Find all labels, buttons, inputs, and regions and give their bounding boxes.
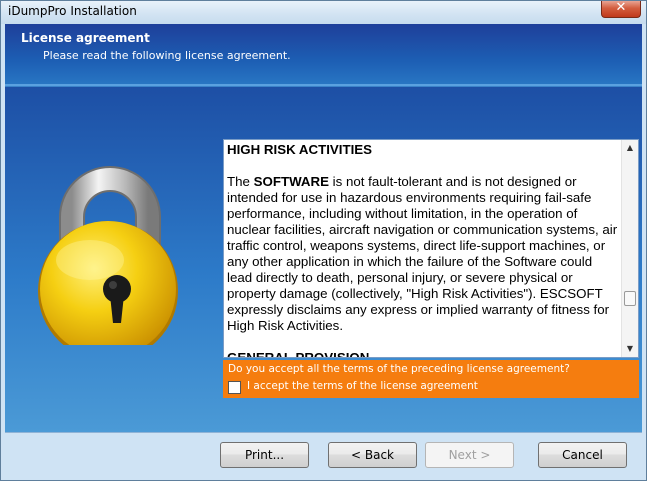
installer-window: iDumpPro Installation ✕ License agreemen… bbox=[0, 0, 647, 481]
title-bar: iDumpPro Installation ✕ bbox=[1, 1, 646, 24]
page-title: License agreement bbox=[21, 31, 150, 45]
license-paragraph: The SOFTWARE is not fault-tolerant and i… bbox=[227, 174, 619, 334]
back-button[interactable]: < Back bbox=[328, 442, 417, 468]
wizard-footer: Print... < Back Next > Cancel bbox=[5, 433, 642, 480]
license-text-run: The bbox=[227, 174, 254, 189]
close-button[interactable]: ✕ bbox=[601, 1, 641, 18]
header-divider bbox=[5, 84, 642, 86]
padlock-icon bbox=[38, 166, 178, 345]
license-scrollbar[interactable]: ▲ ▼ bbox=[621, 140, 638, 357]
close-icon: ✕ bbox=[615, 0, 627, 15]
license-text: HIGH RISK ACTIVITIES The SOFTWARE is not… bbox=[227, 142, 619, 358]
license-text-bold: SOFTWARE bbox=[253, 174, 329, 189]
accept-panel: Do you accept all the terms of the prece… bbox=[223, 360, 639, 398]
accept-checkbox[interactable] bbox=[228, 381, 241, 394]
print-button[interactable]: Print... bbox=[220, 442, 309, 468]
license-section-heading: HIGH RISK ACTIVITIES bbox=[227, 142, 373, 157]
window-title: iDumpPro Installation bbox=[8, 4, 137, 18]
scroll-up-icon[interactable]: ▲ bbox=[622, 140, 638, 156]
cancel-button[interactable]: Cancel bbox=[538, 442, 627, 468]
scroll-down-icon[interactable]: ▼ bbox=[622, 341, 638, 357]
wizard-content: HIGH RISK ACTIVITIES The SOFTWARE is not… bbox=[5, 87, 642, 432]
next-button[interactable]: Next > bbox=[425, 442, 514, 468]
license-section-heading: GENERAL PROVISION bbox=[227, 350, 370, 358]
page-subtitle: Please read the following license agreem… bbox=[43, 49, 291, 62]
accept-question: Do you accept all the terms of the prece… bbox=[228, 363, 570, 375]
license-text-run: is not fault-tolerant and is not designe… bbox=[227, 174, 618, 333]
license-text-box[interactable]: HIGH RISK ACTIVITIES The SOFTWARE is not… bbox=[223, 139, 639, 358]
scroll-thumb[interactable] bbox=[624, 291, 636, 306]
wizard-header: License agreement Please read the follow… bbox=[5, 24, 642, 87]
accept-checkbox-label[interactable]: I accept the terms of the license agreem… bbox=[247, 380, 478, 392]
